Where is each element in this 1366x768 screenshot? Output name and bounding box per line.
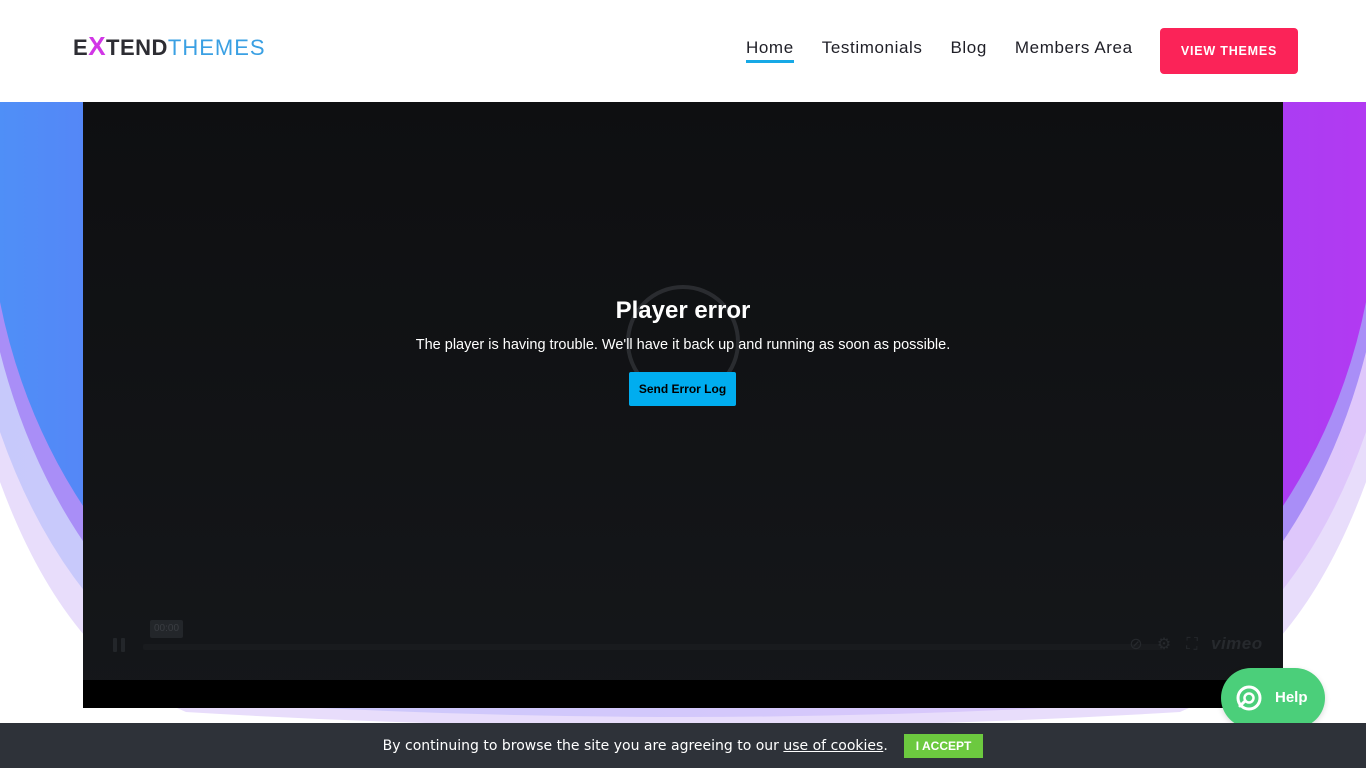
video-player[interactable]: Player error The player is having troubl… [83, 102, 1283, 708]
cookie-text: By continuing to browse the site you are… [383, 738, 888, 754]
lifebuoy-icon [1236, 685, 1262, 711]
logo-part-tend: TEND [106, 35, 168, 60]
cookie-policy-link[interactable]: use of cookies [783, 738, 883, 754]
fullscreen-icon[interactable]: ⛶ [1183, 636, 1201, 654]
player-error-message: The player is having trouble. We'll have… [415, 337, 951, 353]
vimeo-logo[interactable]: vimeo [1211, 634, 1263, 654]
help-widget-button[interactable]: Help [1221, 668, 1325, 728]
logo-part-themes: THEMES [167, 35, 266, 60]
send-error-log-button[interactable]: Send Error Log [629, 372, 736, 406]
player-bottom-bar [83, 680, 1283, 708]
nav-blog[interactable]: Blog [950, 38, 986, 62]
main-nav: Home Testimonials Blog Members Area [746, 38, 1161, 63]
view-themes-button[interactable]: VIEW THEMES [1160, 28, 1298, 74]
player-controls: 00:00 ⊘ ⚙ ⛶ vimeo [83, 620, 1283, 680]
settings-icon[interactable]: ⚙ [1155, 636, 1173, 654]
player-error-title: Player error [615, 297, 751, 324]
cookie-text-after: . [883, 737, 888, 754]
help-label: Help [1275, 689, 1308, 706]
site-header: E X TEND THEMES Home Testimonials Blog Memb… [0, 0, 1366, 102]
progress-bar[interactable] [143, 644, 1163, 650]
site-logo[interactable]: E X TEND THEMES [73, 30, 266, 63]
nav-home[interactable]: Home [746, 38, 794, 63]
logo-part-e: E [73, 35, 89, 60]
nav-testimonials[interactable]: Testimonials [822, 38, 923, 62]
logo-part-x: X [88, 30, 107, 61]
time-display: 00:00 [150, 620, 183, 638]
pause-icon[interactable] [113, 638, 127, 654]
cookie-text-before: By continuing to browse the site you are… [382, 737, 784, 754]
cookie-accept-button[interactable]: I ACCEPT [903, 733, 984, 758]
nav-members-area[interactable]: Members Area [1015, 38, 1133, 62]
cookie-consent-bar: By continuing to browse the site you are… [0, 723, 1366, 768]
no-hd-icon[interactable]: ⊘ [1127, 636, 1145, 654]
